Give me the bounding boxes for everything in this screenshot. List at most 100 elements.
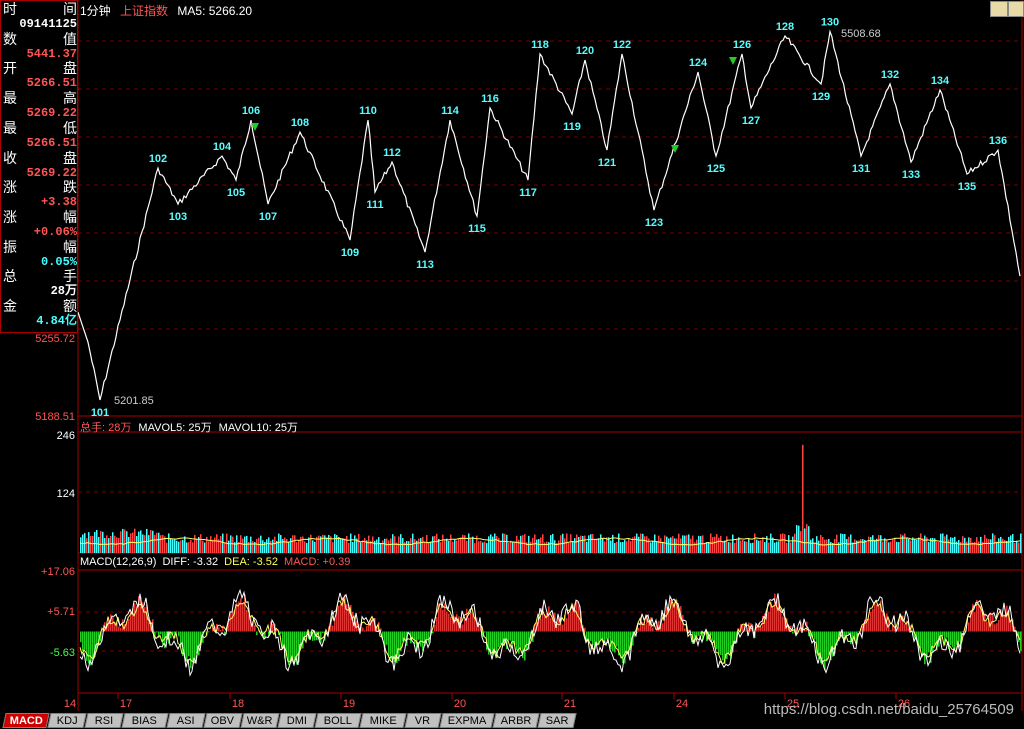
wave-label: 101 — [91, 407, 109, 419]
volume-bar — [802, 444, 804, 553]
wave-label: 106 — [242, 105, 260, 117]
volume-bar — [818, 540, 820, 553]
macd-bar — [878, 605, 880, 632]
volume-bar — [978, 541, 980, 553]
volume-bar — [436, 533, 438, 553]
volume-bar — [616, 541, 618, 553]
volume-bar — [90, 535, 92, 553]
macd-bar — [814, 631, 816, 640]
volume-bar — [440, 542, 442, 553]
tab-mike[interactable]: MIKE — [359, 713, 407, 728]
tab-asi[interactable]: ASI — [166, 713, 206, 728]
volume-bar — [280, 535, 282, 553]
volume-bar — [516, 535, 518, 553]
macd-bar — [626, 631, 628, 654]
volume-bar — [662, 541, 664, 553]
volume-bar — [386, 538, 388, 553]
volume-bar — [950, 537, 952, 553]
tab-kdj[interactable]: KDJ — [47, 713, 87, 728]
wave-label: 127 — [742, 115, 760, 127]
macd-bar — [498, 631, 500, 648]
tool-icon[interactable] — [990, 1, 1008, 17]
volume-bar — [162, 534, 164, 553]
macd-bar — [638, 627, 640, 632]
volume-bar — [404, 542, 406, 553]
volume-bar — [262, 540, 264, 553]
macd-axis-label: +5.71 — [47, 606, 75, 618]
wave-labels: 101 102 103 104 105 106 107 108 109 110 111 112 113 1… — [91, 17, 1007, 419]
volume-bar — [834, 538, 836, 553]
macd-bar — [510, 631, 512, 641]
period-label[interactable]: 1分钟 — [80, 4, 111, 18]
macd-bar — [548, 606, 550, 632]
volume-bar — [338, 537, 340, 553]
tab-obv[interactable]: OBV — [203, 713, 243, 728]
volume-bar — [422, 536, 424, 553]
volume-bar — [80, 537, 82, 553]
volume-bar — [270, 540, 272, 553]
info-row: 涨 幅 +0.06% — [1, 210, 79, 240]
wave-label: 133 — [902, 169, 920, 181]
tab-boll[interactable]: BOLL — [314, 713, 362, 728]
volume-bar — [500, 540, 502, 553]
tab-dmi[interactable]: DMI — [277, 713, 317, 728]
tab-arbr[interactable]: ARBR — [492, 713, 540, 728]
info-label-2: 跌 — [63, 179, 77, 196]
volume-bar — [898, 542, 900, 553]
volume-bar — [390, 538, 392, 553]
macd-bar — [614, 631, 616, 653]
macd-bar — [684, 628, 686, 632]
tab-vr[interactable]: VR — [404, 713, 442, 728]
wave-label: 122 — [613, 39, 631, 51]
macd-bar — [760, 626, 762, 632]
macd-bar — [322, 631, 324, 634]
volume-bar — [124, 529, 126, 553]
volume-bar — [706, 542, 708, 553]
date-label: 14 — [64, 698, 76, 710]
tab-wr[interactable]: W&R — [240, 713, 280, 728]
volume-bar — [296, 542, 298, 553]
volume-bar — [658, 535, 660, 553]
tab-label: RSI — [94, 715, 113, 727]
tab-sar[interactable]: SAR — [537, 713, 577, 728]
macd-axis-label: -5.63 — [50, 647, 75, 659]
tab-rsi[interactable]: RSI — [84, 713, 124, 728]
volume-bar — [530, 541, 532, 553]
macd-bar — [484, 631, 486, 633]
volume-bar — [482, 542, 484, 553]
volume-bar — [1014, 542, 1016, 553]
macd-bar — [254, 625, 256, 632]
volume-bar — [210, 536, 212, 553]
macd-bar — [134, 603, 136, 632]
volume-bar — [358, 533, 360, 553]
volume-axis-label: 246 — [57, 430, 75, 442]
tab-macd[interactable]: MACD — [2, 713, 50, 728]
volume-bar — [458, 538, 460, 553]
volume-bar — [294, 535, 296, 553]
tab-expma[interactable]: EXPMA — [439, 713, 495, 728]
volume-bar — [602, 538, 604, 553]
volume-bar — [190, 539, 192, 553]
volume-bar — [722, 541, 724, 553]
volume-bar — [952, 537, 954, 553]
macd-bar — [448, 613, 450, 632]
volume-bar — [242, 538, 244, 553]
tab-bias[interactable]: BIAS — [121, 713, 169, 728]
volume-bar — [874, 539, 876, 553]
tab-label: MACD — [9, 715, 43, 727]
macd-bar — [230, 612, 232, 632]
volume-bar — [892, 539, 894, 553]
date-label: 21 — [564, 698, 576, 710]
volume-bar — [610, 540, 612, 553]
settings-icon[interactable] — [1008, 1, 1024, 17]
volume-bar — [92, 535, 94, 553]
macd-bar — [570, 611, 572, 632]
volume-bar — [518, 539, 520, 553]
volume-bar — [968, 537, 970, 553]
volume-bar — [494, 533, 496, 553]
info-label: 总 — [3, 268, 17, 285]
wave-label: 131 — [852, 163, 870, 175]
volume-bar — [916, 539, 918, 553]
volume-bar — [676, 538, 678, 553]
volume-bar — [882, 541, 884, 553]
